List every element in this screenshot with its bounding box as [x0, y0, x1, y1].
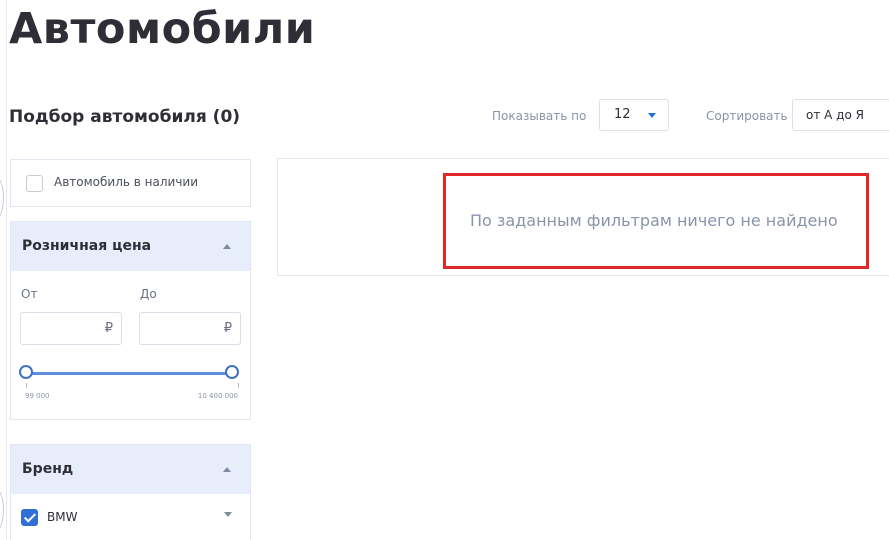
ruble-icon: ₽: [223, 321, 232, 336]
chevron-up-icon: [223, 467, 231, 472]
in-stock-checkbox[interactable]: [26, 175, 43, 192]
filter-heading: Подбор автомобиля (0): [9, 107, 241, 127]
sort-select[interactable]: от А до Я: [792, 99, 889, 131]
per-page-select[interactable]: 12: [599, 99, 669, 131]
price-filter-title: Розничная цена: [22, 238, 152, 254]
price-scale-min: 99 000: [25, 392, 50, 400]
price-to-input[interactable]: ₽: [139, 312, 241, 345]
scale-tick: [26, 383, 27, 388]
price-from-input[interactable]: ₽: [20, 312, 122, 345]
price-slider-max-handle[interactable]: [225, 365, 239, 379]
brand-filter-panel: Бренд BMW: [10, 444, 251, 540]
per-page-value: 12: [614, 107, 631, 122]
price-slider-min-handle[interactable]: [19, 365, 33, 379]
edge-decoration: [0, 178, 4, 218]
brand-item-bmw[interactable]: BMW: [11, 494, 250, 540]
price-from-label: От: [21, 287, 38, 301]
page-title: Автомобили: [9, 4, 316, 54]
per-page-label: Показывать по: [492, 109, 587, 123]
highlight-box: [443, 173, 869, 269]
brand-filter-title: Бренд: [22, 461, 74, 477]
in-stock-label: Автомобиль в наличии: [54, 175, 199, 189]
chevron-down-icon: [648, 113, 656, 118]
ruble-icon: ₽: [104, 321, 113, 336]
sort-value: от А до Я: [806, 108, 864, 122]
price-slider-track[interactable]: [25, 372, 231, 375]
in-stock-filter[interactable]: Автомобиль в наличии: [10, 159, 251, 207]
price-to-label: До: [140, 287, 157, 301]
price-filter-header[interactable]: Розничная цена: [11, 222, 250, 271]
price-filter-panel: Розничная цена От До ₽ ₽ 99 000 10 400 0…: [10, 221, 251, 420]
brand-bmw-label: BMW: [47, 510, 78, 524]
sort-label: Сортировать: [706, 109, 788, 123]
chevron-down-icon[interactable]: [224, 512, 232, 517]
scale-tick: [238, 383, 239, 388]
chevron-up-icon: [223, 244, 231, 249]
price-scale-max: 10 400 000: [197, 392, 238, 400]
brand-bmw-checkbox[interactable]: [21, 509, 38, 526]
edge-decoration: [0, 490, 4, 530]
page-left-border: [6, 0, 7, 540]
brand-filter-header[interactable]: Бренд: [11, 445, 250, 494]
